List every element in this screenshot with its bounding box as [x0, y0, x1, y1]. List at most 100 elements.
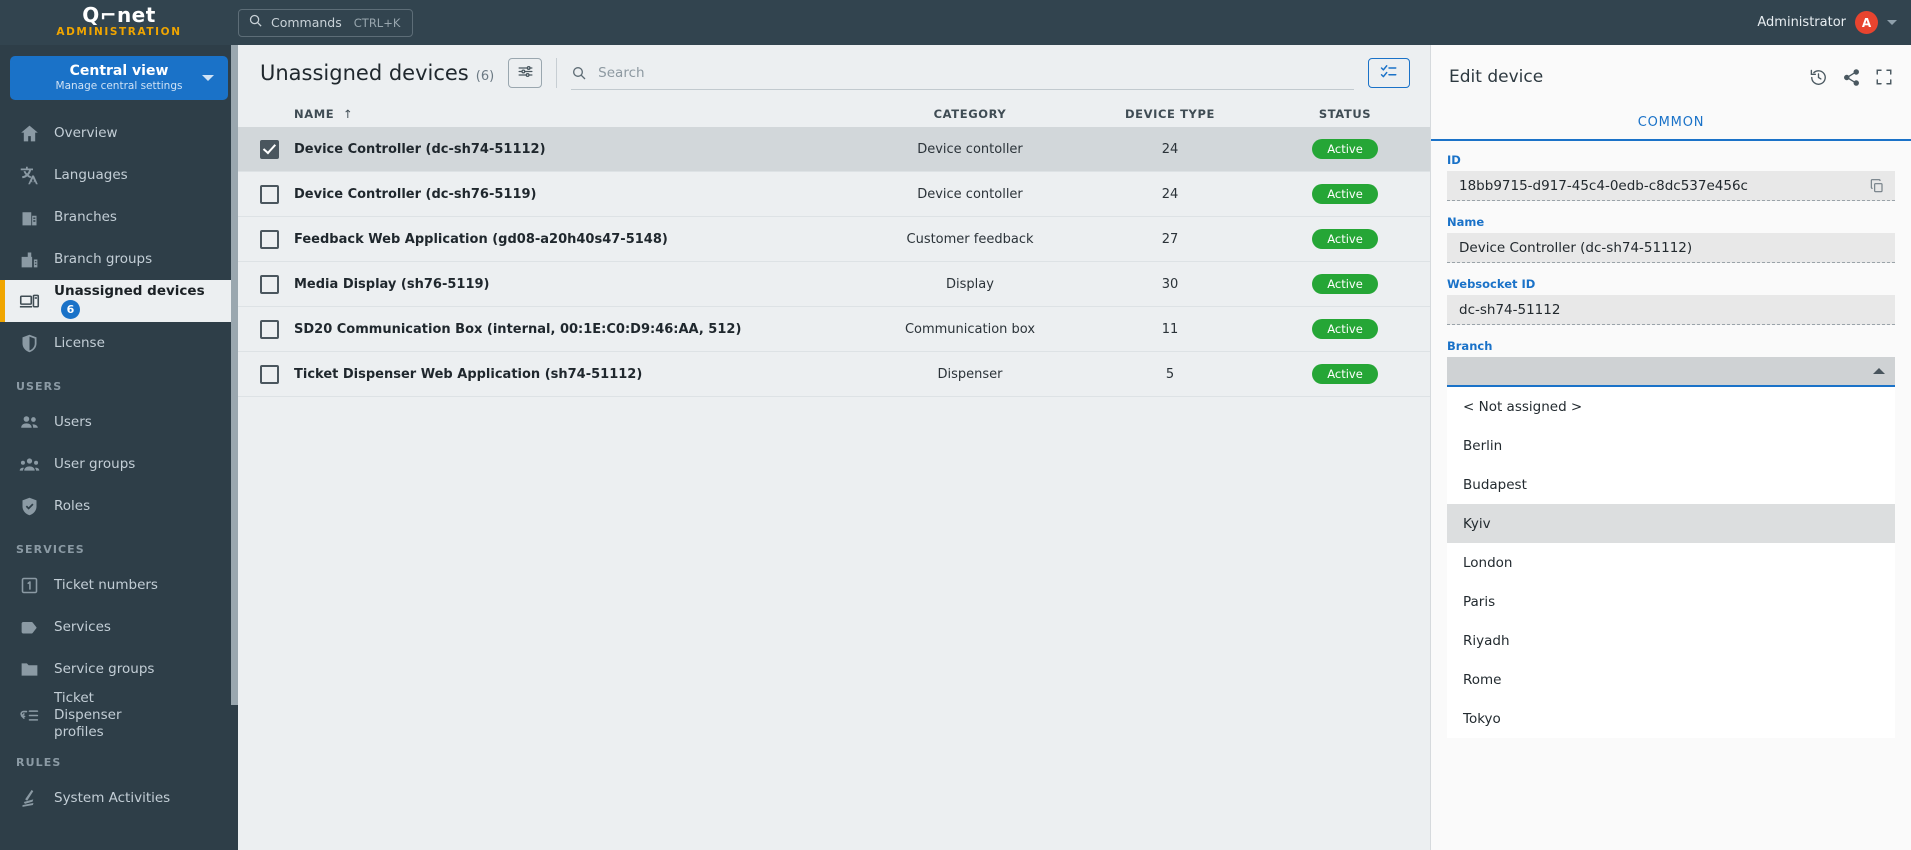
field-input[interactable]: dc-sh74-51112: [1447, 295, 1895, 325]
table-header-name[interactable]: NAME ↑: [294, 107, 860, 121]
sidebar-item-users[interactable]: Users: [0, 401, 238, 443]
status-badge: Active: [1312, 139, 1378, 159]
row-status-cell: Active: [1260, 139, 1430, 159]
row-checkbox[interactable]: [260, 274, 279, 294]
table-row[interactable]: Feedback Web Application (gd08-a20h40s47…: [238, 217, 1430, 262]
table-header-category[interactable]: CATEGORY: [860, 107, 1080, 121]
table-row[interactable]: Device Controller (dc-sh74-51112) Device …: [238, 127, 1430, 172]
sidebar-item-roles[interactable]: Roles: [0, 485, 238, 527]
filter-button[interactable]: [508, 58, 543, 88]
admin-name-label: Administrator: [1757, 15, 1846, 30]
folder-icon: [18, 658, 40, 680]
fullscreen-icon[interactable]: [1875, 68, 1893, 86]
sidebar-nav: Overview Languages Branches Branch groups Un…: [0, 106, 238, 819]
field-input[interactable]: 18bb9715-d917-45c4-0edb-c8dc537e456c: [1447, 171, 1895, 201]
field-value-text: Device Controller (dc-sh74-51112): [1459, 239, 1693, 256]
row-checkbox-cell[interactable]: [260, 364, 294, 384]
table-row[interactable]: Media Display (sh76-5119) Display 30 Active: [238, 262, 1430, 307]
sidebar-item-badge: 6: [61, 300, 80, 319]
branch-option[interactable]: Kyiv: [1447, 504, 1895, 543]
sidebar-item-label: Overview: [54, 124, 118, 141]
sidebar-item-branches[interactable]: Branches: [0, 196, 238, 238]
sidebar-item-label: Users: [54, 413, 92, 430]
branch-option[interactable]: < Not assigned >: [1447, 387, 1895, 426]
main-header: Unassigned devices (6): [238, 45, 1430, 101]
chevron-down-icon[interactable]: [202, 75, 214, 81]
status-badge: Active: [1312, 364, 1378, 384]
branch-option[interactable]: Tokyo: [1447, 699, 1895, 738]
account-menu[interactable]: Administrator A: [1757, 0, 1897, 45]
row-device-type: 24: [1161, 186, 1179, 202]
row-checkbox[interactable]: [260, 364, 279, 384]
row-checkbox-cell[interactable]: [260, 319, 294, 339]
branch-option[interactable]: London: [1447, 543, 1895, 582]
sidebar-item-label-wrap: Unassigned devices 6: [54, 283, 226, 319]
row-status-cell: Active: [1260, 229, 1430, 249]
row-checkbox-cell[interactable]: [260, 184, 294, 204]
search-box[interactable]: [571, 56, 1354, 90]
sidebar-item-ticket-numbers[interactable]: Ticket numbers: [0, 564, 238, 606]
branch-option[interactable]: Paris: [1447, 582, 1895, 621]
history-icon[interactable]: [1809, 68, 1828, 87]
commands-search-button[interactable]: Commands CTRL+K: [238, 8, 413, 37]
sidebar-item-license[interactable]: License: [0, 322, 238, 364]
row-device-type: 5: [1165, 366, 1175, 382]
table-row[interactable]: SD20 Communication Box (internal, 00:1E:…: [238, 307, 1430, 352]
sidebar-item-ticket-dispenser-profiles[interactable]: Ticket Dispenser profiles: [0, 690, 238, 740]
sidebar-item-system-activities[interactable]: System Activities: [0, 777, 238, 819]
row-status-cell: Active: [1260, 364, 1430, 384]
panel-fields: ID 18bb9715-d917-45c4-0edb-c8dc537e456c Na…: [1447, 153, 1895, 325]
branch-field: Branch < Not assigned > Berlin Budapest Kyi…: [1447, 339, 1895, 738]
central-view-title: Central view: [69, 63, 169, 79]
share-icon[interactable]: [1842, 68, 1861, 87]
field-input[interactable]: Device Controller (dc-sh74-51112): [1447, 233, 1895, 263]
sidebar-item-unassigned-devices[interactable]: Unassigned devices 6: [0, 280, 238, 322]
sidebar-item-user-groups[interactable]: User groups: [0, 443, 238, 485]
row-checkbox[interactable]: [260, 229, 279, 249]
table-row[interactable]: Ticket Dispenser Web Application (sh74-5…: [238, 352, 1430, 397]
shield-check-icon: [18, 495, 40, 517]
edit-device-panel: Edit device COMMON ID 18bb9715-d917-45c4…: [1430, 45, 1911, 850]
row-checkbox-cell[interactable]: [260, 229, 294, 249]
branch-label: Branch: [1447, 339, 1493, 353]
branch-option[interactable]: Budapest: [1447, 465, 1895, 504]
search-underline: [571, 89, 1354, 90]
branch-option[interactable]: Rome: [1447, 660, 1895, 699]
branch-option[interactable]: Berlin: [1447, 426, 1895, 465]
row-name: Ticket Dispenser Web Application (sh74-5…: [294, 366, 643, 382]
status-badge: Active: [1312, 184, 1378, 204]
search-input[interactable]: [598, 56, 1354, 90]
copy-icon[interactable]: [1869, 178, 1885, 194]
table-row[interactable]: Device Controller (dc-sh76-5119) Device c…: [238, 172, 1430, 217]
sidebar-item-overview[interactable]: Overview: [0, 112, 238, 154]
sidebar-item-branch-groups[interactable]: Branch groups: [0, 238, 238, 280]
row-checkbox[interactable]: [260, 139, 279, 159]
chevron-up-icon[interactable]: [1873, 368, 1885, 374]
top-bar: Q⌐net ADMINISTRATION Commands CTRL+K Adm…: [0, 0, 1911, 45]
row-checkbox[interactable]: [260, 184, 279, 204]
search-icon: [571, 65, 587, 81]
table-header-status[interactable]: STATUS: [1260, 107, 1430, 121]
selection-mode-button[interactable]: [1368, 58, 1410, 88]
row-checkbox-cell[interactable]: [260, 274, 294, 294]
tab-common[interactable]: COMMON: [1638, 115, 1705, 139]
central-view-selector[interactable]: Central view Manage central settings: [10, 56, 228, 100]
sidebar-item-label-wrap: Users: [54, 414, 92, 431]
table-header-device-type[interactable]: DEVICE TYPE: [1080, 107, 1260, 121]
sidebar-item-service-groups[interactable]: Service groups: [0, 648, 238, 690]
field-name: Name Device Controller (dc-sh74-51112): [1447, 215, 1895, 263]
number-box-icon: [18, 574, 40, 596]
sidebar-item-label-wrap: Branch groups: [54, 251, 152, 268]
checklist-icon: [1379, 62, 1399, 84]
dispenser-profile-icon: [18, 704, 40, 726]
field-value-text: dc-sh74-51112: [1459, 301, 1561, 318]
sidebar-item-languages[interactable]: Languages: [0, 154, 238, 196]
branch-select[interactable]: [1447, 357, 1895, 387]
sidebar-item-services[interactable]: Services: [0, 606, 238, 648]
sidebar-scrollbar-thumb[interactable]: [231, 45, 238, 705]
chevron-down-icon[interactable]: [1887, 20, 1897, 25]
row-checkbox-cell[interactable]: [260, 139, 294, 159]
row-status-cell: Active: [1260, 319, 1430, 339]
branch-option[interactable]: Riyadh: [1447, 621, 1895, 660]
row-checkbox[interactable]: [260, 319, 279, 339]
